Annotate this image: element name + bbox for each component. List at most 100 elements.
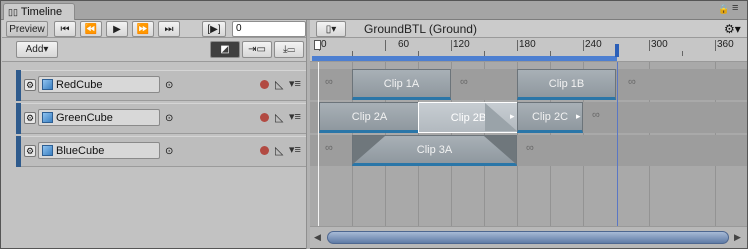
curves-icon[interactable]: ◺ xyxy=(275,111,283,124)
play-icon[interactable]: ▶ xyxy=(106,21,128,37)
ripple-mode-icon[interactable]: ⇥▭ xyxy=(242,41,272,58)
curves-icon[interactable]: ◺ xyxy=(275,144,283,157)
gear-icon[interactable]: ⚙▾ xyxy=(724,22,741,36)
lock-icon[interactable]: 🔒 xyxy=(718,4,729,15)
sequence-title: GroundBTL (Ground) xyxy=(364,22,477,36)
track-accent xyxy=(16,136,21,167)
curves-icon[interactable]: ◺ xyxy=(275,78,283,91)
time-ruler[interactable]: 0 60 120 180 240 300 360 xyxy=(310,38,747,62)
tab-timeline[interactable]: ▯▯ Timeline xyxy=(3,3,75,20)
track-menu-icon[interactable]: ⚙ xyxy=(24,112,36,124)
clip-1b[interactable]: Clip 1B xyxy=(517,69,616,100)
play-range-label: [▶] xyxy=(207,23,221,35)
playhead-line xyxy=(318,62,319,226)
track-binding-field[interactable]: RedCube xyxy=(38,76,160,93)
scroll-left-icon[interactable]: ◀ xyxy=(314,232,321,243)
gap-icon: ∞ xyxy=(325,142,333,154)
track-binding-field[interactable]: GreenCube xyxy=(38,109,160,126)
tick-label: 180 xyxy=(519,39,536,50)
horizontal-scrollbar[interactable]: ◀ ▶ xyxy=(310,226,747,248)
add-label: Add▾ xyxy=(25,44,49,55)
playback-toolbar: Preview ⏮ ⏪ ▶ ⏩ ⏭ [▶] 0 xyxy=(2,20,306,38)
end-marker[interactable] xyxy=(615,44,619,57)
track-lanes: ∞ Clip 1A ∞ Clip 1B ∞ Clip 2A Clip 2B Cl… xyxy=(310,62,747,226)
scroll-right-icon[interactable]: ▶ xyxy=(734,232,741,243)
tab-label: Timeline xyxy=(20,6,63,18)
timeline-window: ▯▯ Timeline 🔒 ≡ Preview ⏮ ⏪ ▶ ⏩ ⏭ [▶] 0 … xyxy=(0,0,748,249)
gap-icon: ∞ xyxy=(628,76,636,88)
ruler-tick xyxy=(649,40,650,51)
clip-label: Clip 2C xyxy=(531,110,569,123)
clip-loop-icon: ▸ xyxy=(576,111,581,121)
hamburger-icon[interactable]: ≡ xyxy=(732,2,738,14)
clip-loop-icon: ▸ xyxy=(510,111,515,121)
mix-mode-icon[interactable]: ◩ xyxy=(210,41,240,58)
track-binding-field[interactable]: BlueCube xyxy=(38,142,160,159)
play-range-button[interactable]: [▶] xyxy=(202,21,226,37)
record-icon[interactable] xyxy=(260,113,269,122)
track-options-icon[interactable]: ▾≡ xyxy=(289,77,301,90)
end-line xyxy=(617,62,618,226)
track-name: GreenCube xyxy=(56,111,113,124)
tick-label: 300 xyxy=(651,39,668,50)
tick-label: 360 xyxy=(717,39,734,50)
track-list-toggle-icon[interactable]: ▯▾ xyxy=(316,21,346,37)
tick-label: 0 xyxy=(321,39,327,50)
clip-2c[interactable]: Clip 2C xyxy=(517,102,583,133)
skip-to-start-icon[interactable]: ⏮ xyxy=(54,21,76,37)
add-button[interactable]: Add▾ xyxy=(16,41,58,58)
track-header-green[interactable]: ⚙ GreenCube ⊙ ◺ ▾≡ xyxy=(2,102,306,135)
scroll-thumb[interactable] xyxy=(327,231,729,244)
cube-icon xyxy=(42,112,53,123)
sequence-toolbar: ▯▾ GroundBTL (Ground) ⚙▾ xyxy=(310,20,747,38)
preview-button[interactable]: Preview xyxy=(6,21,48,37)
track-header-red[interactable]: ⚙ RedCube ⊙ ◺ ▾≡ xyxy=(2,69,306,102)
gap-icon: ∞ xyxy=(325,76,333,88)
ruler-tick xyxy=(682,51,683,56)
tick-label: 60 xyxy=(398,39,410,50)
object-picker-icon[interactable]: ⊙ xyxy=(165,146,173,157)
gap-icon: ∞ xyxy=(592,109,600,121)
clip-1a[interactable]: Clip 1A xyxy=(352,69,451,100)
track-header-blue[interactable]: ⚙ BlueCube ⊙ ◺ ▾≡ xyxy=(2,135,306,168)
record-icon[interactable] xyxy=(260,80,269,89)
tab-bar: ▯▯ Timeline 🔒 ≡ xyxy=(1,1,747,20)
ruler-tick xyxy=(385,40,386,51)
object-picker-icon[interactable]: ⊙ xyxy=(165,113,173,124)
track-name: BlueCube xyxy=(56,144,105,157)
gap-icon: ∞ xyxy=(460,76,468,88)
record-icon[interactable] xyxy=(260,146,269,155)
track-menu-icon[interactable]: ⚙ xyxy=(24,145,36,157)
replace-mode-icon[interactable]: ⤓▭ xyxy=(274,41,304,58)
playhead-handle[interactable] xyxy=(314,40,321,50)
blend-in-icon xyxy=(353,136,385,164)
gap-icon: ∞ xyxy=(526,142,534,154)
previous-frame-icon[interactable]: ⏪ xyxy=(80,21,102,37)
frame-field[interactable]: 0 xyxy=(232,21,306,37)
track-options-icon[interactable]: ▾≡ xyxy=(289,143,301,156)
preview-label: Preview xyxy=(9,23,45,35)
timeline-icon: ▯▯ xyxy=(8,6,18,17)
track-name: RedCube xyxy=(56,78,103,91)
object-picker-icon[interactable]: ⊙ xyxy=(165,80,173,91)
ruler-tick xyxy=(583,40,584,51)
clip-label: Clip 2B xyxy=(450,111,487,124)
skip-to-end-icon[interactable]: ⏭ xyxy=(158,21,180,37)
track-menu-icon[interactable]: ⚙ xyxy=(24,79,36,91)
clip-label: Clip 3A xyxy=(416,143,453,156)
track-accent xyxy=(16,70,21,101)
blend-out-icon xyxy=(484,136,516,164)
cube-icon xyxy=(42,79,53,90)
clip-2a[interactable]: Clip 2A xyxy=(319,102,420,133)
ruler-tick xyxy=(517,40,518,51)
cube-icon xyxy=(42,145,53,156)
next-frame-icon[interactable]: ⏩ xyxy=(132,21,154,37)
clip-label: Clip 1B xyxy=(548,77,585,90)
track-toolbar: Add▾ ◩ ⇥▭ ⤓▭ xyxy=(2,38,306,62)
ruler-tick xyxy=(451,40,452,51)
track-options-icon[interactable]: ▾≡ xyxy=(289,110,301,123)
track-accent xyxy=(16,103,21,134)
ruler-tick xyxy=(715,40,716,51)
tick-label: 120 xyxy=(453,39,470,50)
clip-label: Clip 1A xyxy=(383,77,420,90)
